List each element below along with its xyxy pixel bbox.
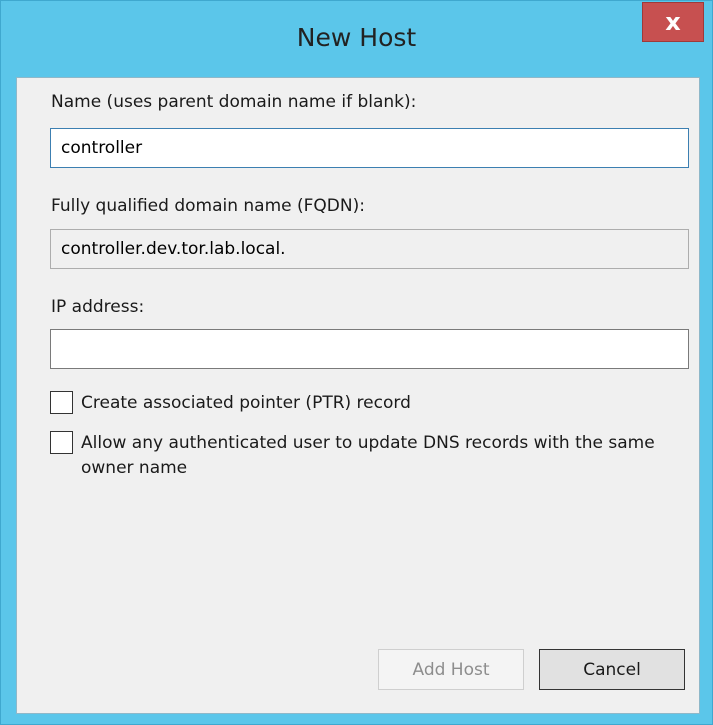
close-button[interactable]: x bbox=[642, 2, 704, 42]
name-input[interactable] bbox=[50, 128, 689, 168]
new-host-dialog: New Host x Name (uses parent domain name… bbox=[0, 0, 713, 725]
ptr-record-checkbox[interactable] bbox=[50, 391, 73, 414]
dialog-body: Name (uses parent domain name if blank):… bbox=[16, 77, 700, 714]
ptr-record-option[interactable]: Create associated pointer (PTR) record bbox=[50, 391, 411, 416]
ptr-record-label[interactable]: Create associated pointer (PTR) record bbox=[81, 391, 411, 416]
fqdn-label: Fully qualified domain name (FQDN): bbox=[51, 196, 365, 216]
add-host-button[interactable]: Add Host bbox=[378, 649, 524, 690]
fqdn-field: controller.dev.tor.lab.local. bbox=[50, 229, 689, 269]
close-icon: x bbox=[665, 8, 681, 36]
cancel-button[interactable]: Cancel bbox=[539, 649, 685, 690]
allow-update-checkbox[interactable] bbox=[50, 431, 73, 454]
allow-update-option[interactable]: Allow any authenticated user to update D… bbox=[50, 431, 670, 481]
ip-address-input[interactable] bbox=[50, 329, 689, 369]
allow-update-label[interactable]: Allow any authenticated user to update D… bbox=[81, 431, 670, 481]
ip-address-label: IP address: bbox=[51, 297, 145, 317]
window-title: New Host bbox=[296, 23, 417, 52]
name-label: Name (uses parent domain name if blank): bbox=[51, 92, 417, 112]
title-bar[interactable]: New Host x bbox=[1, 1, 712, 77]
